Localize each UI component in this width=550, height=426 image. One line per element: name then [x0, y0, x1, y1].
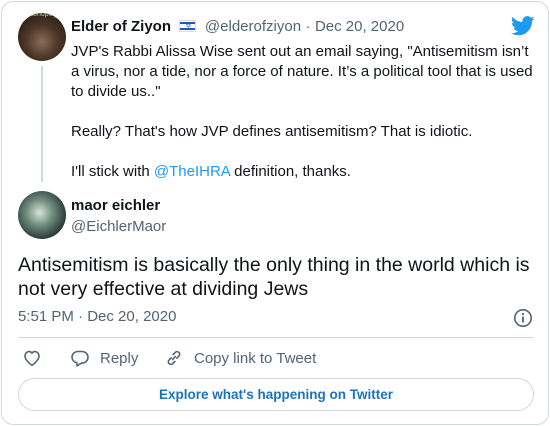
copy-link-label: Copy link to Tweet — [194, 349, 317, 367]
quoted-text-suffix: definition, thanks. — [229, 163, 351, 180]
main-author-handle[interactable]: @EichlerMaor — [71, 218, 166, 235]
quoted-author-handle[interactable]: @elderofziyon — [205, 18, 301, 35]
quoted-text-paragraph-3: I'll stick with @TheIHRA definition, tha… — [71, 162, 536, 182]
tweet-date: Dec 20, 2020 — [87, 308, 177, 325]
copy-link-button[interactable]: Copy link to Tweet — [164, 348, 316, 368]
elder-of-ziyon-avatar[interactable]: zionopoly — [18, 13, 66, 61]
twitter-bird-icon[interactable] — [511, 16, 535, 36]
ihra-mention-link[interactable]: @TheIHRA — [154, 163, 230, 180]
header-separator: · — [305, 18, 311, 35]
quoted-text-paragraph-2: Really? That's how JVP defines antisemit… — [71, 123, 473, 140]
timestamp-separator: · — [78, 308, 84, 325]
maor-eichler-avatar[interactable] — [18, 191, 66, 239]
link-icon — [167, 350, 181, 366]
quoted-text-paragraph-1: JVP's Rabbi Alissa Wise sent out an emai… — [71, 43, 533, 100]
quoted-text-prefix: I'll stick with — [71, 163, 154, 180]
main-tweet-text: Antisemitism is basically the only thing… — [18, 254, 530, 300]
israel-flag-icon: ✡ — [179, 20, 197, 32]
reply-label: Reply — [100, 349, 139, 367]
explore-twitter-button[interactable]: Explore what's happening on Twitter — [18, 378, 534, 411]
quoted-tweet-text: JVP's Rabbi Alissa Wise sent out an emai… — [71, 42, 536, 182]
embedded-tweet-card: zionopoly Elder of Ziyon ✡ @elderofziyon… — [1, 1, 549, 425]
quoted-author-name[interactable]: Elder of Ziyon — [71, 18, 171, 35]
main-author-name[interactable]: maor eichler — [71, 197, 160, 214]
info-icon[interactable] — [513, 308, 533, 328]
quoted-tweet-header: Elder of Ziyon ✡ @elderofziyon · Dec 20,… — [71, 18, 404, 36]
like-button[interactable] — [22, 348, 42, 368]
tweet-timestamp[interactable]: 5:51 PM · Dec 20, 2020 — [18, 308, 176, 325]
reply-button[interactable]: Reply — [70, 348, 138, 368]
explore-label: Explore what's happening on Twitter — [159, 387, 393, 402]
avatar-label: zionopoly — [28, 13, 58, 18]
actions-divider — [18, 337, 534, 338]
reply-icon — [71, 350, 89, 367]
tweet-time: 5:51 PM — [18, 308, 74, 325]
quoted-tweet-date[interactable]: Dec 20, 2020 — [315, 18, 404, 35]
thread-connector-line — [41, 66, 43, 182]
heart-icon — [24, 350, 40, 366]
